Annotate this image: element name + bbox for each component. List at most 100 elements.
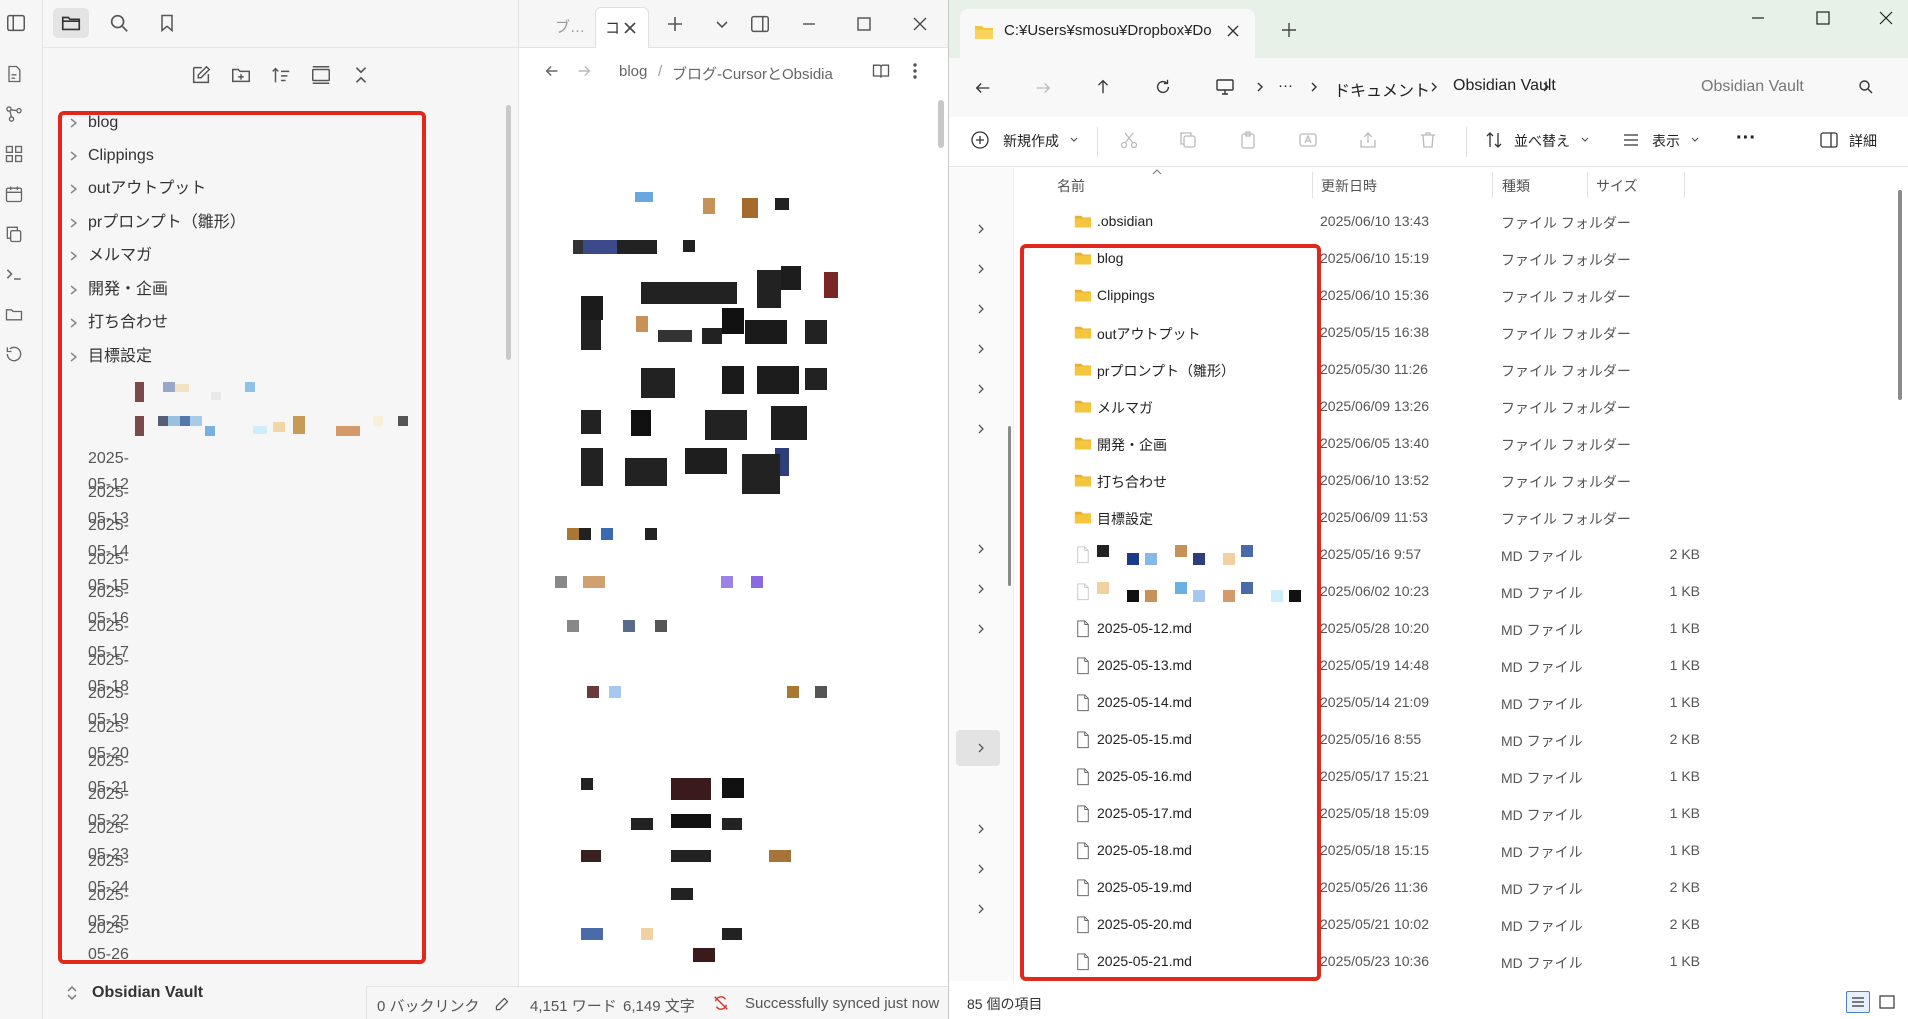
cut-icon[interactable] [1119,130,1139,150]
column-size[interactable]: サイズ [1596,176,1638,196]
close-icon[interactable] [1226,24,1240,38]
chevron-right-icon[interactable] [974,422,988,436]
file-row[interactable]: 2025-05-12.md 2025/05/28 10:20 MD ファイル 1 KB [1014,611,1908,648]
breadcrumb-documents[interactable]: ドキュメント [1334,77,1430,101]
folder-row[interactable]: 打ち合わせ 2025/06/10 13:52 ファイル フォルダー [1014,463,1908,500]
chevron-right-icon[interactable] [974,262,988,276]
file-row[interactable]: 2025-05-18.md 2025/05/18 15:15 MD ファイル 1 KB [1014,833,1908,870]
history-icon[interactable] [4,344,24,364]
nav-item-selected[interactable] [956,730,1000,766]
folder-row[interactable]: blog 2025/06/10 15:19 ファイル フォルダー [1014,241,1908,278]
address-bar[interactable]: ··· ドキュメント Obsidian Vault [1203,65,1675,109]
note-icon[interactable] [4,64,24,84]
editor-scrollbar[interactable] [938,100,944,148]
tab-active[interactable]: コ [595,7,649,48]
more-icon[interactable] [910,61,920,81]
new-folder-icon[interactable] [230,64,252,86]
chevron-right-icon[interactable] [974,822,988,836]
folder-row[interactable]: 開発・企画 2025/06/05 13:40 ファイル フォルダー [1014,426,1908,463]
new-note-icon[interactable] [190,64,212,86]
chevron-right-icon[interactable] [974,542,988,556]
chevron-down-icon[interactable] [713,15,731,33]
copy-icon[interactable] [1178,130,1198,150]
auto-reveal-icon[interactable] [310,64,332,86]
sort-icon[interactable] [270,64,292,86]
search-icon[interactable] [1858,79,1874,95]
tiles-view-icon[interactable] [1879,995,1895,1009]
forward-icon[interactable] [1034,79,1052,97]
file-row[interactable]: 2025-05-17.md 2025/05/18 15:09 MD ファイル 1 KB [1014,796,1908,833]
file-row[interactable]: 2025-05-16.md 2025/05/17 15:21 MD ファイル 1 KB [1014,759,1908,796]
edit-icon[interactable] [494,996,510,1012]
breadcrumb-overflow[interactable]: ··· [1278,77,1293,94]
column-name[interactable]: 名前 [1057,176,1085,196]
sidebar-toggle-icon[interactable] [5,12,27,34]
chevron-right-icon[interactable] [974,622,988,636]
sync-status[interactable]: Successfully synced just now [745,995,939,1012]
plus-icon[interactable] [665,14,685,34]
folder-row[interactable]: .obsidian 2025/06/10 13:43 ファイル フォルダー [1014,204,1908,241]
chevron-right-icon[interactable] [974,382,988,396]
minimize-icon[interactable] [1750,10,1766,26]
folder-row[interactable]: 目標設定 2025/06/09 11:53 ファイル フォルダー [1014,500,1908,537]
close-window-icon[interactable] [910,14,930,34]
bookmark-icon[interactable] [157,12,177,34]
column-type[interactable]: 種類 [1502,176,1530,196]
more-button[interactable]: ··· [1736,127,1756,150]
new-button[interactable]: 新規作成 [1003,131,1059,155]
search-box[interactable]: Obsidian Vault [1684,65,1896,109]
list-scrollbar[interactable] [1898,190,1902,400]
close-window-icon[interactable] [1878,10,1894,26]
file-row[interactable]: 2025-05-14.md 2025/05/14 21:09 MD ファイル 1 KB [1014,685,1908,722]
nav-scrollbar[interactable] [1008,426,1011,586]
file-row[interactable]: 2025-05-15.md 2025/05/16 8:55 MD ファイル 2 KB [1014,722,1908,759]
chevron-right-icon[interactable] [974,342,988,356]
tree-file-redacted[interactable] [93,380,433,404]
minimize-icon[interactable] [799,14,819,34]
vault-name[interactable]: Obsidian Vault [92,984,203,1002]
tab-inactive[interactable]: ブ… [555,16,585,37]
chevron-right-icon[interactable] [974,302,988,316]
search-icon[interactable] [108,12,130,34]
column-date[interactable]: 更新日時 [1321,176,1377,196]
file-row[interactable]: 2025/05/16 9:57 MD ファイル 2 KB [1014,537,1908,574]
chevron-right-icon[interactable] [974,862,988,876]
chevron-right-icon[interactable] [974,582,988,596]
file-row[interactable]: 2025/06/02 10:23 MD ファイル 1 KB [1014,574,1908,611]
vault-switch-icon[interactable] [64,983,80,1003]
file-row[interactable]: 2025-05-20.md 2025/05/21 10:02 MD ファイル 2 KB [1014,907,1908,944]
graph-icon[interactable] [4,104,24,124]
breadcrumb-note[interactable]: ブログ-CursorとObsidia [672,63,852,84]
folder-row[interactable]: prプロンプト（雛形） 2025/05/30 11:26 ファイル フォルダー [1014,352,1908,389]
explorer-tab[interactable]: C:¥Users¥smosu¥Dropbox¥Do [960,9,1255,58]
sidebar-scrollbar[interactable] [506,105,511,360]
calendar-icon[interactable] [4,184,24,204]
layout-icon[interactable] [749,13,771,35]
view-button[interactable]: 表示 [1652,131,1680,155]
terminal-icon[interactable] [4,264,24,284]
up-icon[interactable] [1094,78,1112,96]
delete-icon[interactable] [1418,130,1438,150]
rename-icon[interactable] [1298,130,1318,150]
refresh-icon[interactable] [1154,78,1172,96]
paste-icon[interactable] [1238,130,1258,150]
sync-icon[interactable] [712,994,730,1012]
breadcrumb-folder[interactable]: blog [619,63,647,80]
maximize-icon[interactable] [854,14,874,34]
tree-file-redacted[interactable] [93,414,453,438]
new-tab-icon[interactable] [1281,22,1297,38]
copy-icon[interactable] [4,224,24,244]
backlinks-count[interactable]: 0 バックリンク [377,995,480,1016]
sort-button[interactable]: 並べ替え [1514,131,1570,155]
file-row[interactable]: 2025-05-21.md 2025/05/23 10:36 MD ファイル 1 KB [1014,944,1908,981]
file-row[interactable]: 2025-05-13.md 2025/05/19 14:48 MD ファイル 1 KB [1014,648,1908,685]
chevron-right-icon[interactable] [974,902,988,916]
canvas-icon[interactable] [4,144,24,164]
folder-open-icon[interactable] [4,304,24,324]
close-icon[interactable] [622,20,638,36]
details-button[interactable]: 詳細 [1849,131,1877,155]
maximize-icon[interactable] [1815,10,1831,26]
file-row[interactable]: 2025-05-19.md 2025/05/26 11:36 MD ファイル 2 KB [1014,870,1908,907]
reading-view-icon[interactable] [871,61,891,81]
forward-icon[interactable] [575,62,593,80]
